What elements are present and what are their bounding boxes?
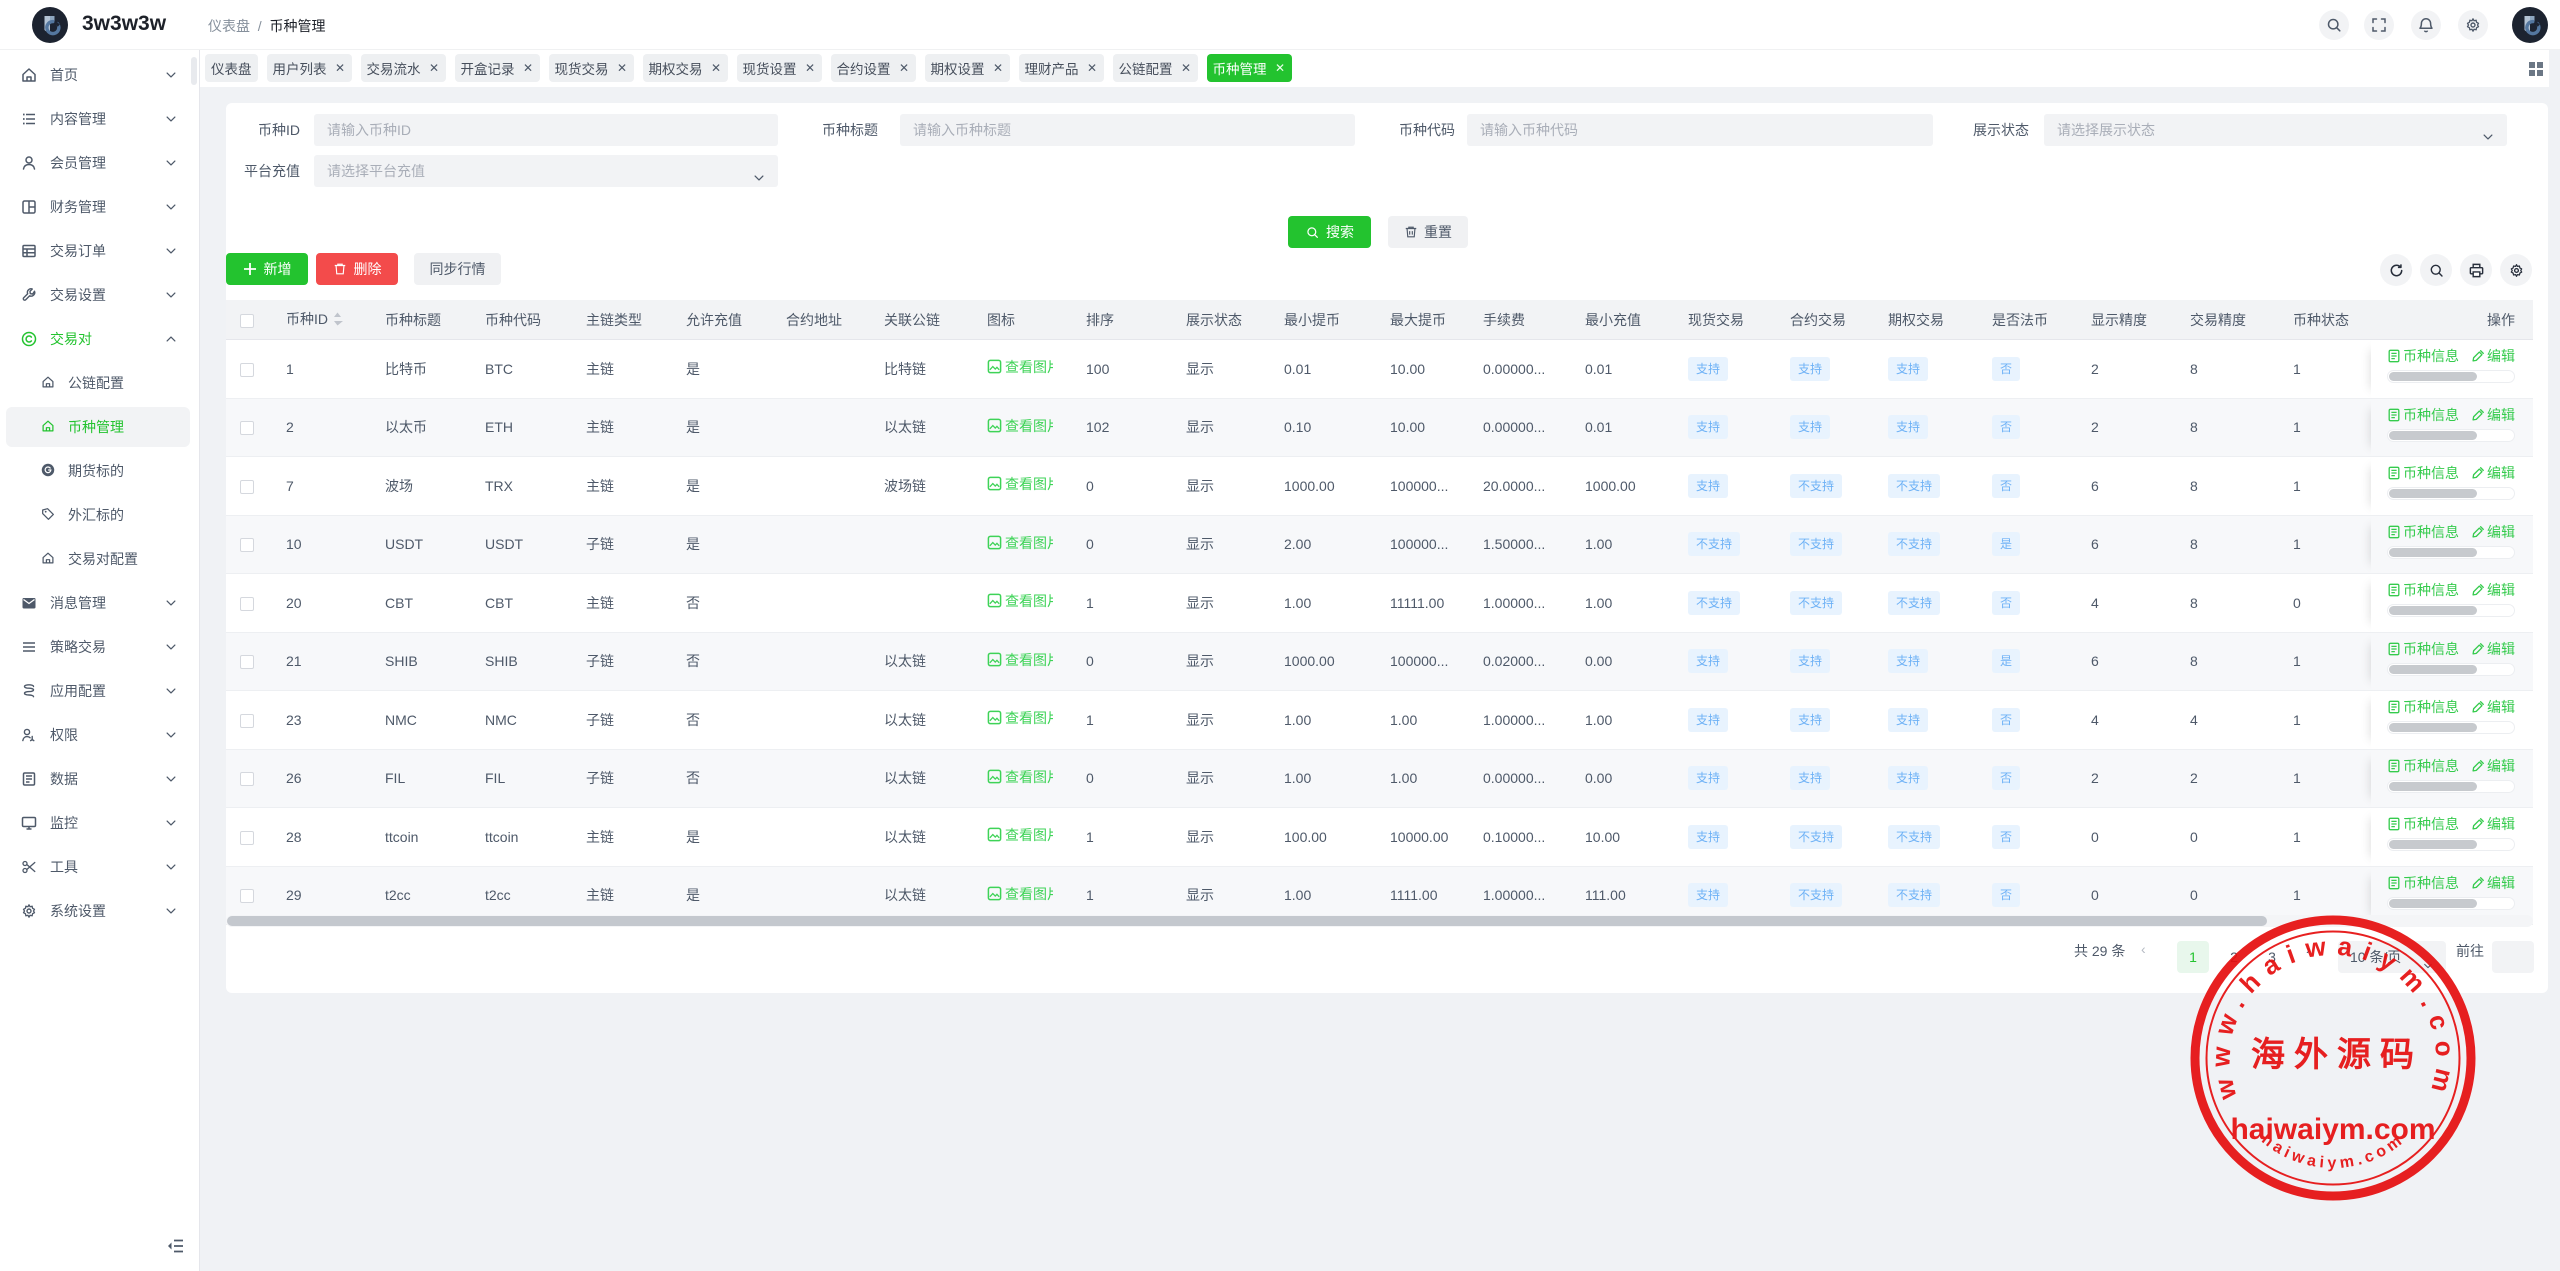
svg-text:海外源码: 海外源码 — [2251, 1036, 2423, 1074]
